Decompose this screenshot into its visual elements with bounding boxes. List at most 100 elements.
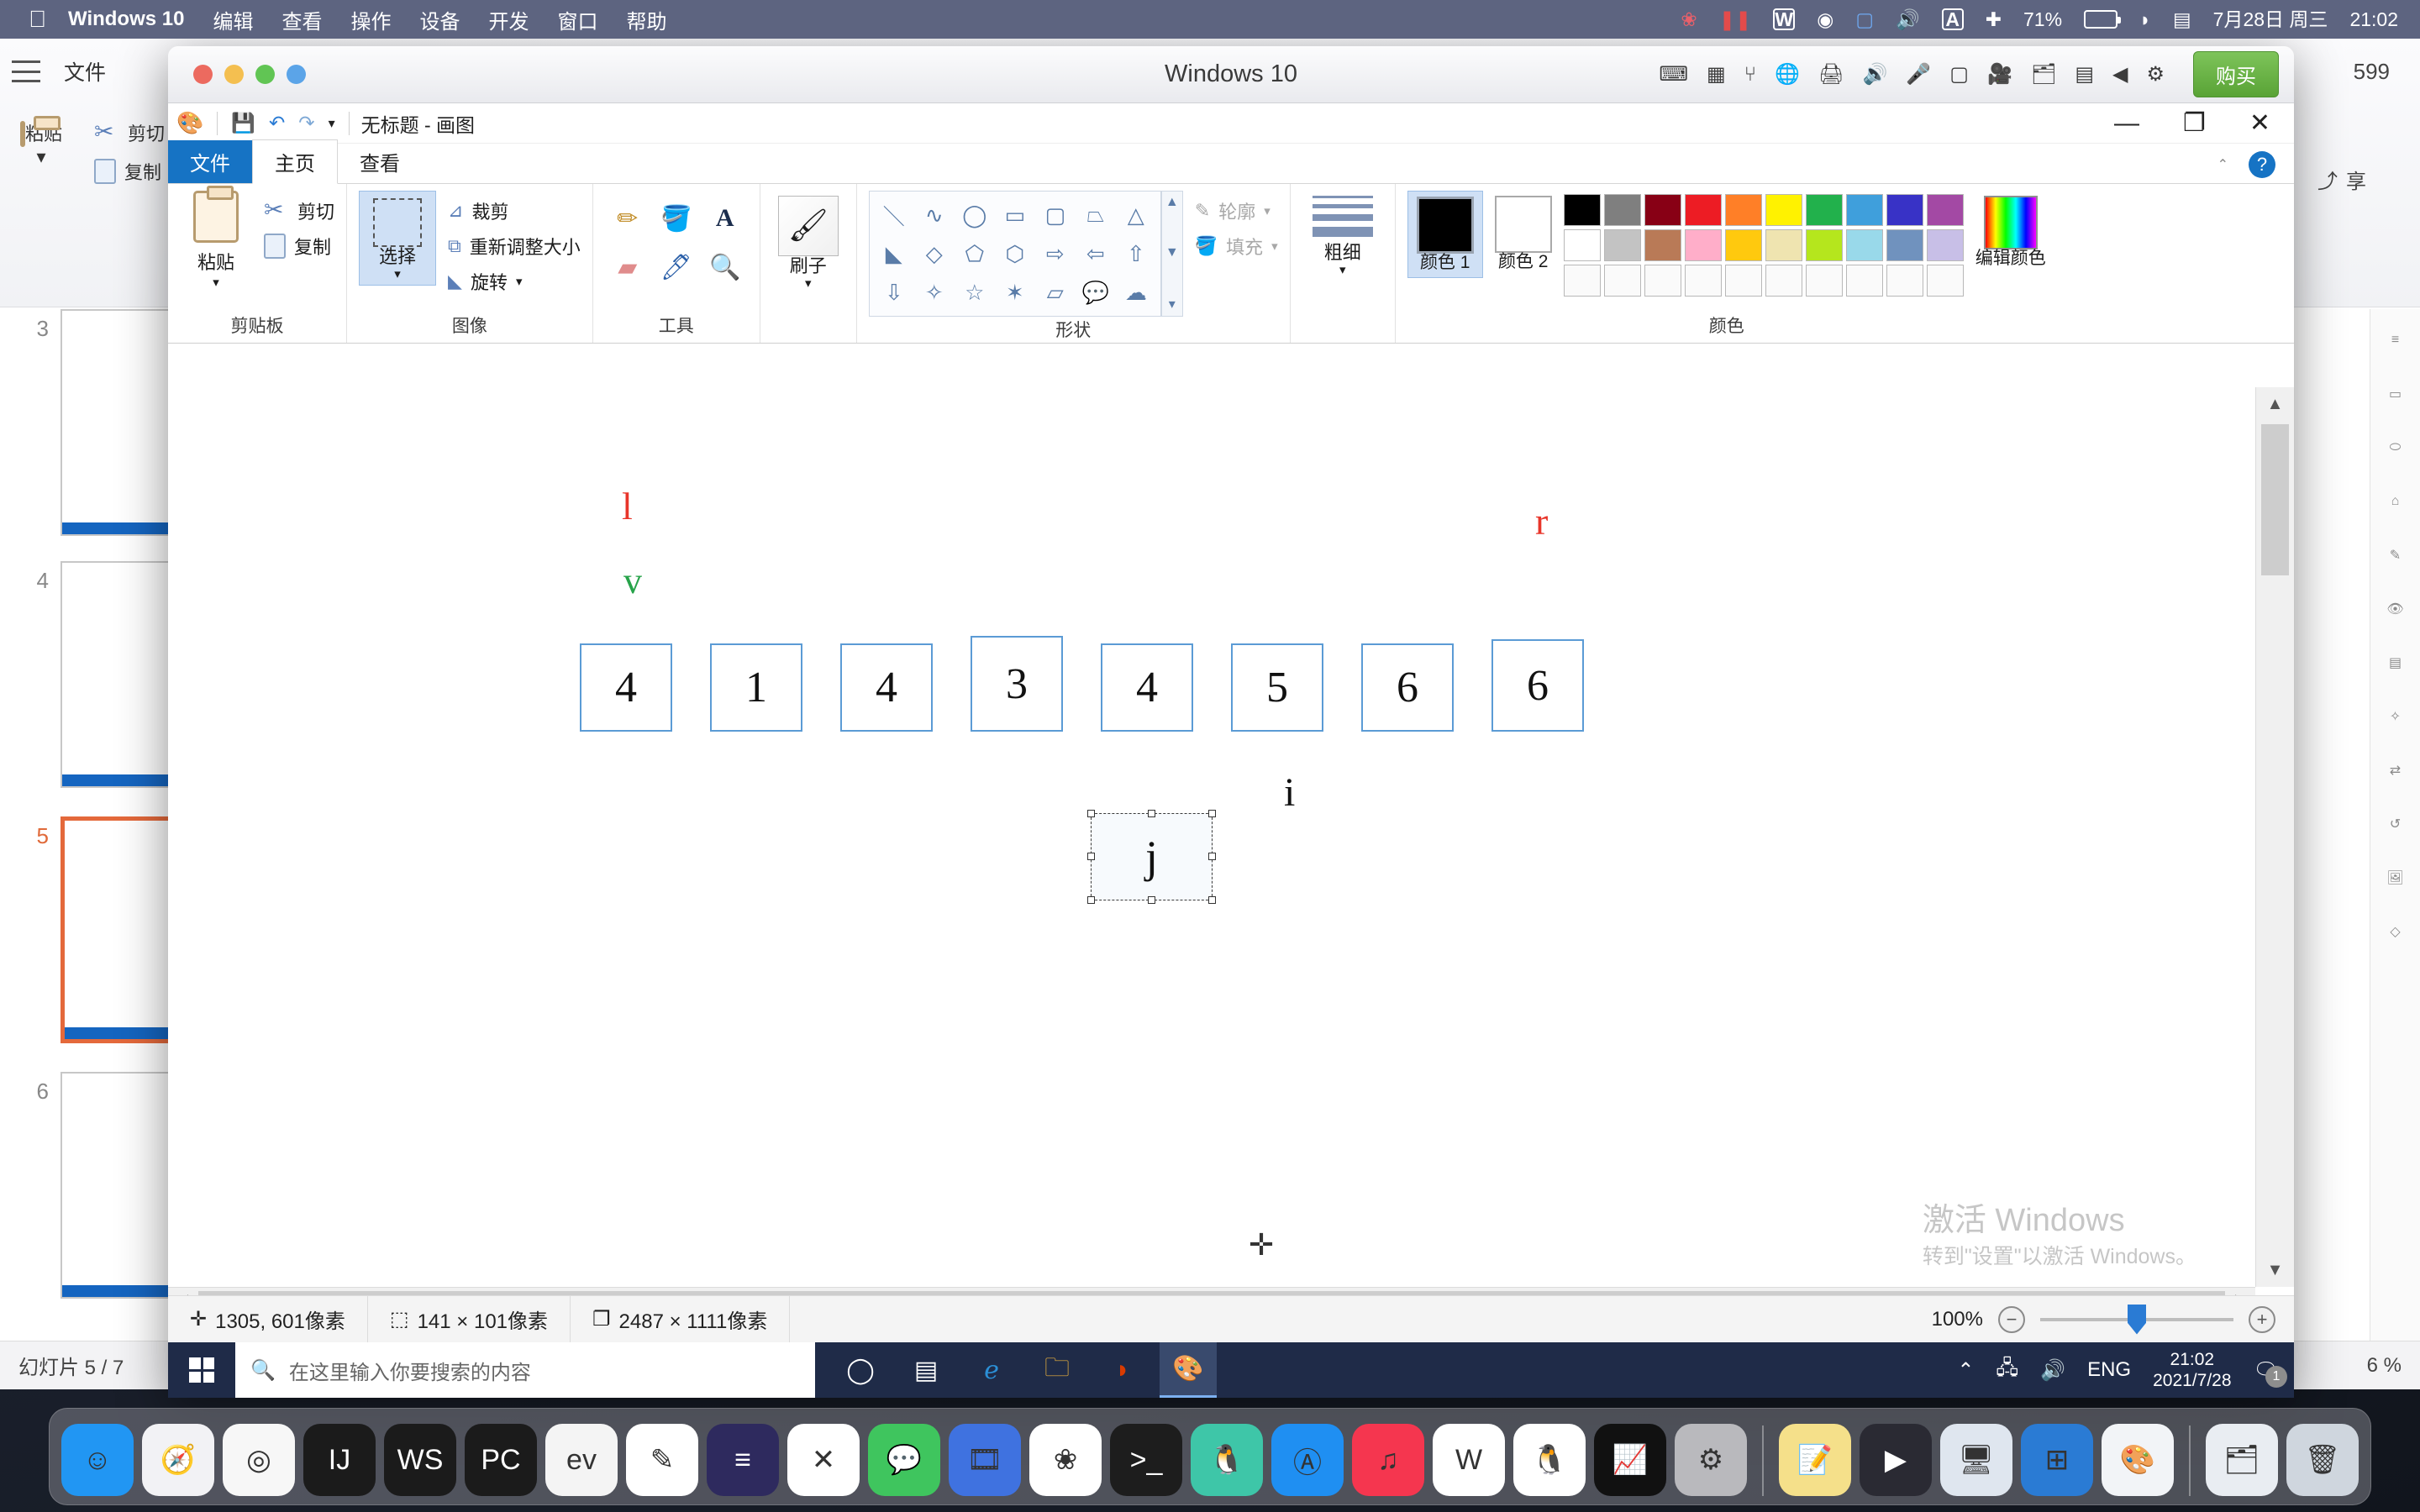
chevron-up-icon[interactable]: ⌃	[2217, 156, 2228, 173]
palette-swatch-0-5[interactable]	[1765, 194, 1802, 226]
layout-icon[interactable]: ▤	[2380, 647, 2412, 679]
minimize-button[interactable]: —	[2114, 109, 2139, 138]
vm-title-bar[interactable]: Windows 10 ⌨ ▦ ⑂ 🌐 🖨 🔊 🎤 ▢ 🎥 🗂 ▤ ◀ ⚙ 购买	[168, 46, 2294, 103]
resize-button[interactable]: ⧉ 重新调整大小	[448, 233, 581, 260]
menu-item-window[interactable]: 帮助	[626, 5, 666, 34]
resize-handle-s[interactable]	[1147, 896, 1155, 904]
eudic-icon[interactable]: ❀	[1681, 9, 1697, 29]
input-source-icon[interactable]: A	[1941, 8, 1964, 30]
shape-polygon-icon[interactable]: ⏢	[1076, 197, 1115, 234]
palette-swatch-1-5[interactable]	[1765, 229, 1802, 261]
menu-app-name[interactable]: Windows 10	[68, 8, 184, 31]
shape-curve-icon[interactable]: ∿	[915, 197, 954, 234]
edit-colors-button[interactable]: 编辑颜色	[1975, 191, 2046, 268]
task-view-icon[interactable]: ▤	[897, 1342, 955, 1398]
palette-swatch-1-0[interactable]	[1563, 229, 1601, 261]
wechat-icon[interactable]: 💬	[868, 1424, 940, 1496]
shape-rounded-callout-icon[interactable]: ▱	[1036, 274, 1075, 311]
eudic-icon[interactable]: ev	[545, 1424, 618, 1496]
canvas-vertical-scrollbar[interactable]: ▲ ▼	[2255, 387, 2294, 1287]
shape-cloud-callout-icon[interactable]: ☁	[1117, 274, 1155, 311]
vscode-icon[interactable]: ✕	[787, 1424, 860, 1496]
text-icon[interactable]: A	[702, 196, 748, 241]
shape-rounded-rectangle-icon[interactable]: ▢	[1036, 197, 1075, 234]
menu-date[interactable]: 7月28日 周三	[2213, 9, 2328, 29]
finder-icon[interactable]: ☺	[61, 1424, 134, 1496]
shape-six-point-star-icon[interactable]: ✶	[996, 274, 1034, 311]
qq-icon[interactable]: 🐧	[1513, 1424, 1586, 1496]
shape-triangle-icon[interactable]: △	[1117, 197, 1155, 234]
language-indicator[interactable]: ENG	[2087, 1358, 2131, 1382]
edit-icon[interactable]: ✎	[2380, 539, 2412, 571]
design-icon[interactable]: ⌂	[2380, 486, 2412, 517]
terminal-icon[interactable]: >_	[1110, 1424, 1182, 1496]
menu-item-edit[interactable]: 查看	[281, 5, 322, 34]
apple-icon[interactable]: 	[29, 8, 46, 31]
palette-swatch-2-0[interactable]	[1563, 265, 1601, 297]
shape-oval-icon[interactable]: ◯	[955, 197, 994, 234]
scroll-down-icon[interactable]: ▼	[1165, 245, 1179, 260]
pause-icon[interactable]: ❚❚	[1719, 9, 1752, 29]
color2-button[interactable]: 颜色 2	[1494, 191, 1552, 271]
palette-swatch-0-9[interactable]	[1926, 194, 1964, 226]
wifi-icon[interactable]: ◗	[2139, 9, 2151, 29]
package-icon[interactable]: ◇	[2380, 916, 2412, 948]
wps-right-rail[interactable]: ≡ ▭ ⬭ ⌂ ✎ 👁 ▤ ✧ ⇄ ↺ 🖼 ◇	[2370, 309, 2420, 1341]
paint-ribbon[interactable]: 粘贴 ▾ ✂ 剪切 复制 剪贴板 选择 ▾ ⊿ 裁剪 ⧉ 重新调整大小 ◣ 旋转…	[168, 184, 2294, 344]
crop-button[interactable]: ⊿ 裁剪	[448, 197, 581, 224]
intellij-idea-icon[interactable]: IJ	[303, 1424, 376, 1496]
resize-handle-se[interactable]	[1208, 896, 1216, 904]
tab-home[interactable]: 主页	[252, 139, 338, 184]
color-picker-icon[interactable]: 🖊	[654, 244, 699, 290]
wps-copy-button[interactable]: 复制	[94, 158, 165, 185]
customize-dropdown-icon[interactable]: ▾	[329, 115, 335, 132]
keyboard-icon[interactable]: ⌨	[1659, 62, 1688, 87]
menu-item-devices[interactable]: 开发	[488, 5, 529, 34]
resize-handle-ne[interactable]	[1208, 810, 1216, 817]
palette-swatch-1-9[interactable]	[1926, 229, 1964, 261]
safari-icon[interactable]: 🧭	[142, 1424, 214, 1496]
shape-hexagon-icon[interactable]: ⬡	[996, 235, 1034, 272]
activity-monitor-icon[interactable]: 📈	[1594, 1424, 1666, 1496]
shapes-gallery[interactable]: ＼ ∿ ◯ ▭ ▢ ⏢ △ ◣ ◇ ⬠ ⬡ ⇨ ⇦ ⇧ ⇩ ✧ ☆ ✶ ▱ 💬 …	[868, 191, 1161, 317]
usb-icon[interactable]: ⑂	[1744, 63, 1756, 87]
wps-file-menu[interactable]: 文件	[64, 56, 106, 87]
chevron-down-icon[interactable]: ▾	[516, 274, 523, 289]
resize-handle-sw[interactable]	[1087, 896, 1095, 904]
macos-dock[interactable]: ☺ 🧭 ◎ IJ WS PC ev ✎ ≡ ✕ 💬 🎞 ❀ >_ 🐧 Ⓐ ♫ W 🐧 📈 ⚙ 📝 ▶ 🖥 ⊞ 🎨 🗂 🗑	[49, 1408, 2371, 1505]
wps-icon[interactable]: W	[1773, 8, 1796, 30]
shape-right-arrow-icon[interactable]: ⇨	[1036, 235, 1075, 272]
palette-swatch-0-7[interactable]	[1845, 194, 1883, 226]
scrollbar-thumb[interactable]	[2261, 424, 2289, 575]
palette-swatch-1-8[interactable]	[1886, 229, 1923, 261]
stripes-icon[interactable]: ≡	[707, 1424, 779, 1496]
fill-icon[interactable]: 🪣	[654, 196, 699, 241]
chevron-down-icon[interactable]: ▾	[805, 276, 812, 291]
windows-vm-icon[interactable]: ⊞	[2021, 1424, 2093, 1496]
system-preferences-icon[interactable]: ⚙	[1675, 1424, 1747, 1496]
webstorm-icon[interactable]: WS	[384, 1424, 456, 1496]
magnifier-icon[interactable]: 🔍	[702, 244, 748, 290]
palette-swatch-2-6[interactable]	[1805, 265, 1843, 297]
copy-button[interactable]: 复制	[264, 233, 334, 260]
palette-swatch-2-7[interactable]	[1845, 265, 1883, 297]
palette-swatch-1-3[interactable]	[1684, 229, 1722, 261]
undo-icon[interactable]: ↶	[269, 112, 285, 134]
app-design-icon[interactable]: ✎	[626, 1424, 698, 1496]
parallels-vm-window[interactable]: Windows 10 ⌨ ▦ ⑂ 🌐 🖨 🔊 🎤 ▢ 🎥 🗂 ▤ ◀ ⚙ 购买 …	[168, 46, 2294, 1398]
minus-icon[interactable]: −	[1998, 1305, 2025, 1333]
palette-swatch-2-3[interactable]	[1684, 265, 1722, 297]
terminal-icon[interactable]: ▤	[2075, 62, 2094, 87]
palette-swatch-1-7[interactable]	[1845, 229, 1883, 261]
shared-folder-icon[interactable]: 🗂	[2031, 62, 2056, 87]
shape-oval-callout-icon[interactable]: 💬	[1076, 274, 1115, 311]
shapes-scrollbar[interactable]: ▲ ▼ ▾	[1160, 191, 1183, 317]
wps-paste-button[interactable]: 粘贴 ▾	[13, 119, 69, 168]
zoom-controls[interactable]: 100% − +	[1913, 1304, 2294, 1335]
wps-icon[interactable]: W	[1433, 1424, 1505, 1496]
network-icon[interactable]: 🖧	[1996, 1353, 2018, 1388]
recent-docs-icon[interactable]: 🗂	[2206, 1424, 2278, 1496]
keynote-player-icon[interactable]: ▶	[1860, 1424, 1932, 1496]
menu-item-file[interactable]: 编辑	[213, 5, 253, 34]
smartart-icon[interactable]: ⬭	[2380, 432, 2412, 464]
